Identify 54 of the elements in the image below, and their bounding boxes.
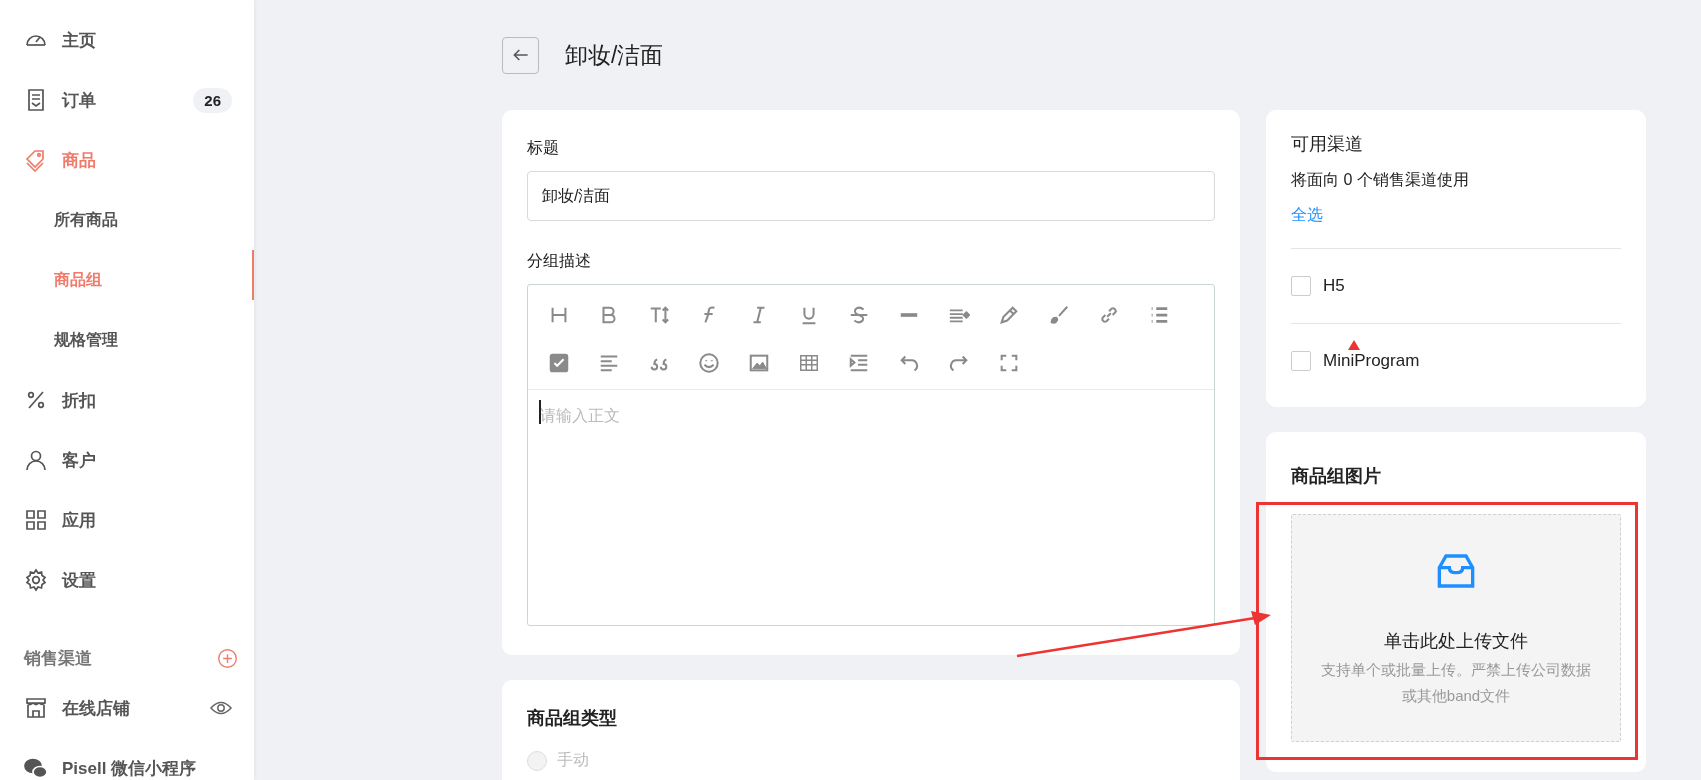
- channel-checkbox[interactable]: H5: [1291, 249, 1621, 324]
- nav-label: 主页: [62, 29, 97, 52]
- nav-item[interactable]: 主页: [0, 10, 254, 70]
- nav-item[interactable]: 折扣: [0, 370, 254, 430]
- nav-item[interactable]: 订单 26: [0, 70, 254, 130]
- nav-item[interactable]: 客户: [0, 430, 254, 490]
- nav-label: 商品: [62, 149, 97, 172]
- brush-icon[interactable]: [1048, 304, 1070, 326]
- editor-placeholder: 请输入正文: [540, 407, 620, 424]
- fullscreen-icon[interactable]: [998, 352, 1020, 374]
- annotation-marker-icon: [1348, 340, 1360, 350]
- user-icon: [24, 448, 48, 472]
- section-title: 商品组图片: [1291, 465, 1382, 488]
- nav-label: 客户: [62, 449, 97, 472]
- checkbox-icon[interactable]: [548, 352, 570, 374]
- gear-icon: [24, 568, 48, 592]
- nav-label: 在线店铺: [62, 697, 131, 720]
- nav-item[interactable]: 设置: [0, 550, 254, 610]
- nav-label: 应用: [62, 509, 97, 532]
- text-size-icon[interactable]: [648, 304, 670, 326]
- page-title: 卸妆/洁面: [565, 40, 664, 70]
- grid-icon: [24, 508, 48, 532]
- nav-label: 折扣: [62, 389, 97, 412]
- nav-subitem[interactable]: 规格管理: [0, 310, 254, 370]
- field-label: 分组描述: [527, 251, 592, 271]
- store-icon: [24, 696, 48, 720]
- nav-subitem[interactable]: 所有商品: [0, 190, 254, 250]
- field-label: 标题: [527, 138, 560, 158]
- pen-icon[interactable]: [998, 304, 1020, 326]
- nav-item[interactable]: Pisell 微信小程序: [0, 738, 254, 780]
- channel-checkbox[interactable]: MiniProgram: [1291, 324, 1621, 398]
- section-title: 销售渠道: [24, 647, 92, 670]
- upload-hint: 支持单个或批量上传。严禁上传公司数据或其他band文件: [1320, 660, 1592, 706]
- table-icon[interactable]: [798, 352, 820, 374]
- nav-label: 设置: [62, 569, 97, 592]
- indent-icon[interactable]: [848, 352, 870, 374]
- upload-title: 单击此处上传文件: [1384, 630, 1528, 653]
- upload-dropzone[interactable]: 单击此处上传文件 支持单个或批量上传。严禁上传公司数据或其他band文件: [1291, 514, 1621, 742]
- smiley-icon[interactable]: [698, 352, 720, 374]
- nav-label: Pisell 微信小程序: [62, 757, 198, 780]
- image-icon[interactable]: [748, 352, 770, 374]
- nav-label: 订单: [62, 89, 97, 112]
- link-icon[interactable]: [1098, 304, 1120, 326]
- section-title: 商品组类型: [527, 707, 618, 730]
- title-input-field[interactable]: 卸妆/洁面: [527, 171, 1215, 221]
- inbox-icon: [1436, 551, 1476, 591]
- back-button[interactable]: [502, 36, 539, 74]
- add-icon[interactable]: [217, 647, 238, 669]
- nav-item[interactable]: 在线店铺: [0, 678, 254, 738]
- strikethrough-icon[interactable]: [848, 304, 870, 326]
- summary-text: 将面向 0 个销售渠道使用: [1291, 170, 1470, 190]
- nav-item[interactable]: 应用: [0, 490, 254, 550]
- section-title: 可用渠道: [1291, 133, 1364, 156]
- count-badge: 26: [193, 87, 232, 113]
